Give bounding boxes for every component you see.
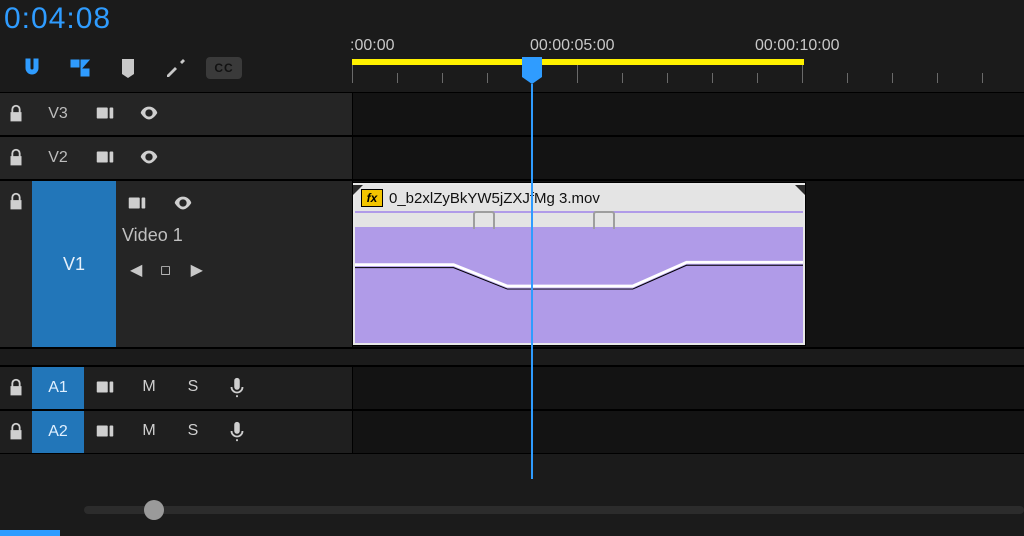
toggle-track-output[interactable] [128, 95, 170, 131]
sync-lock-icon[interactable] [84, 413, 126, 449]
track-label[interactable]: A2 [32, 411, 84, 453]
toggle-track-output[interactable] [162, 185, 204, 221]
track-a2: A2 M S [0, 410, 1024, 454]
voiceover-record-button[interactable] [216, 369, 258, 405]
clip-marker[interactable] [593, 211, 615, 231]
captions-button[interactable]: CC [200, 44, 248, 92]
clip-titlebar: fx 0_b2xlZyBkYW5jZXJfMg 3.mov [355, 185, 803, 211]
clip-keyframe-band[interactable] [355, 213, 803, 227]
add-keyframe-button[interactable]: ◇ [155, 259, 178, 282]
playhead-line [531, 84, 533, 479]
track-lane[interactable] [352, 411, 1024, 453]
sync-lock-icon[interactable] [84, 95, 126, 131]
sync-lock-icon[interactable] [116, 185, 158, 221]
solo-button[interactable]: S [172, 413, 214, 449]
prev-keyframe-button[interactable]: ◀ [130, 260, 142, 280]
ruler-label: 00:00:10:00 [755, 37, 840, 55]
timeline-topbar: 0:04:08 CC :00:00 00:00:05:00 00:00:10:0… [0, 0, 1024, 92]
track-v2: V2 [0, 136, 1024, 180]
current-timecode[interactable]: 0:04:08 [0, 0, 115, 38]
track-lane[interactable]: fx 0_b2xlZyBkYW5jZXJfMg 3.mov [352, 181, 1024, 347]
fx-badge[interactable]: fx [361, 189, 383, 207]
bottom-accent [0, 530, 60, 536]
voiceover-record-button[interactable] [216, 413, 258, 449]
track-lane[interactable] [352, 137, 1024, 179]
tracks-panel: V3 V2 V1 Video 1 ◀ [0, 92, 1024, 488]
keyframe-nav: ◀ ◇ ▶ [130, 260, 352, 280]
track-title: Video 1 [122, 225, 352, 246]
timeline-settings-button[interactable] [152, 44, 200, 92]
timeline-hscroll[interactable] [0, 502, 1024, 522]
clip-filename: 0_b2xlZyBkYW5jZXJfMg 3.mov [389, 190, 600, 207]
video-clip[interactable]: fx 0_b2xlZyBkYW5jZXJfMg 3.mov [353, 183, 805, 345]
track-label[interactable]: A1 [32, 367, 84, 409]
track-label[interactable]: V2 [32, 137, 84, 179]
linked-selection-toggle[interactable] [56, 44, 104, 92]
toggle-track-output[interactable] [128, 139, 170, 175]
track-label[interactable]: V1 [32, 181, 116, 347]
sync-lock-icon[interactable] [84, 139, 126, 175]
ruler-label: 00:00:05:00 [530, 37, 615, 55]
lock-toggle[interactable] [0, 411, 32, 453]
time-ruler[interactable]: :00:00 00:00:05:00 00:00:10:00 [352, 37, 1024, 92]
clip-marker[interactable] [473, 211, 495, 231]
playhead[interactable] [522, 57, 542, 77]
mute-button[interactable]: M [128, 413, 170, 449]
track-lane[interactable] [352, 93, 1024, 135]
cc-icon: CC [206, 57, 242, 79]
track-a1: A1 M S [0, 366, 1024, 410]
av-divider[interactable] [0, 348, 1024, 366]
hscroll-track[interactable] [84, 506, 1024, 514]
track-label[interactable]: V3 [32, 93, 84, 135]
lock-toggle[interactable] [0, 367, 32, 409]
sync-lock-icon[interactable] [84, 369, 126, 405]
lock-toggle[interactable] [0, 137, 32, 179]
next-keyframe-button[interactable]: ▶ [191, 260, 203, 280]
track-lane[interactable] [352, 367, 1024, 409]
hscroll-thumb-left[interactable] [144, 500, 164, 520]
marker-add-button[interactable] [104, 44, 152, 92]
lock-toggle[interactable] [0, 181, 32, 347]
track-v3: V3 [0, 92, 1024, 136]
lock-toggle[interactable] [0, 93, 32, 135]
clip-body[interactable] [355, 229, 803, 343]
mute-button[interactable]: M [128, 369, 170, 405]
track-v1: V1 Video 1 ◀ ◇ ▶ fx 0_b2xlZyBkYW5jZXJfMg… [0, 180, 1024, 348]
snap-toggle[interactable] [8, 44, 56, 92]
ruler-ticks [352, 65, 1024, 87]
ruler-label: :00:00 [350, 37, 394, 55]
solo-button[interactable]: S [172, 369, 214, 405]
